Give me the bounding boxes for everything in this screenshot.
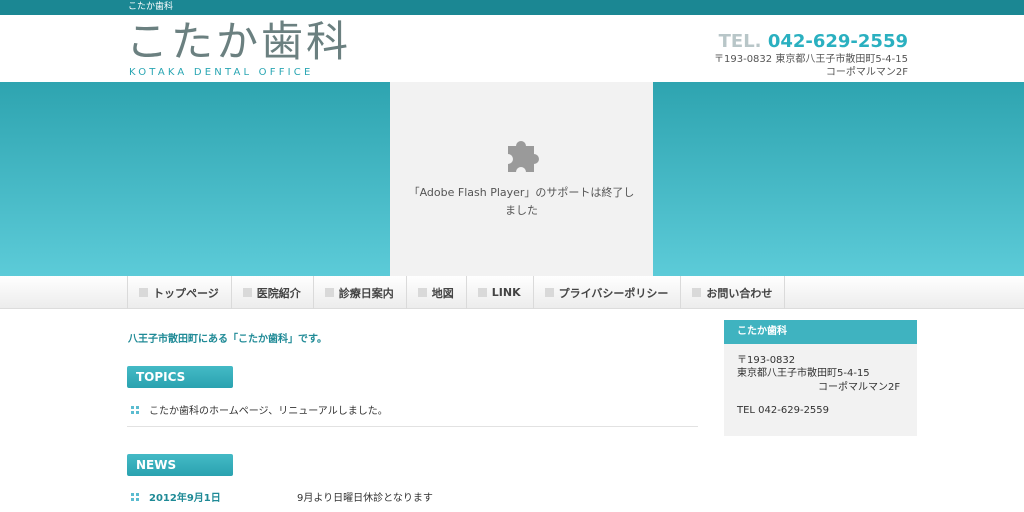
header-address-line1: 〒193-0832 東京都八王子市散田町5-4-15 bbox=[714, 54, 908, 65]
square-bullet-icon bbox=[692, 288, 702, 297]
nav-item-privacy[interactable]: プライバシーポリシー bbox=[534, 276, 682, 309]
news-date: 2012年9月1日 bbox=[149, 493, 221, 504]
nav-item-label: 地図 bbox=[431, 286, 454, 300]
nav-item-label: 医院紹介 bbox=[256, 286, 301, 300]
news-heading: NEWS bbox=[127, 454, 233, 476]
nav-item-top[interactable]: トップページ bbox=[128, 276, 232, 309]
top-bar: こたか歯科 bbox=[0, 0, 1024, 15]
main-nav: トップページ 医院紹介 診療日案内 地図 LINK プライバシーポリシー お問い… bbox=[0, 276, 1024, 309]
list-item: こたか歯科のホームページ、リニューアルしました。 bbox=[131, 403, 388, 417]
sidebar-info: こたか歯科 〒193-0832 東京都八王子市散田町5-4-15 コーポマルマン… bbox=[724, 320, 917, 436]
square-bullet-icon bbox=[139, 288, 148, 297]
intro-text: 八王子市散田町にある「こたか歯科」です。 bbox=[128, 334, 327, 345]
square-bullet-icon bbox=[417, 288, 427, 297]
topics-heading: TOPICS bbox=[127, 366, 233, 388]
nav-item-link[interactable]: LINK bbox=[467, 276, 534, 309]
header-address-line2: コーポマルマン2F bbox=[825, 67, 908, 78]
sidebar-tel: TEL 042-629-2559 bbox=[737, 405, 830, 416]
square-bullet-icon bbox=[477, 288, 487, 297]
header-phone: TEL. 042-629-2559 bbox=[719, 31, 908, 53]
sidebar-address: 東京都八王子市散田町5-4-15 bbox=[737, 368, 870, 379]
news-text: 9月より日曜日休診となります bbox=[297, 493, 433, 504]
nav-item-label: LINK bbox=[491, 286, 521, 299]
square-bullet-icon bbox=[324, 288, 334, 297]
flash-message: 「Adobe Flash Player」のサポートは終了し ました bbox=[390, 184, 653, 220]
sidebar-zip: 〒193-0832 bbox=[737, 355, 796, 366]
grid-bullet-icon bbox=[131, 405, 139, 414]
grid-bullet-icon bbox=[131, 492, 139, 501]
flash-message-line1: 「Adobe Flash Player」のサポートは終了し bbox=[408, 186, 635, 199]
sidebar-title: こたか歯科 bbox=[724, 320, 917, 344]
flash-message-line2: ました bbox=[505, 204, 538, 217]
phone-label: TEL. bbox=[718, 31, 762, 52]
site-header: こたか歯科 KOTAKA DENTAL OFFICE TEL. 042-629-… bbox=[0, 15, 1024, 82]
nav-item-label: 診療日案内 bbox=[338, 286, 394, 300]
topic-text: こたか歯科のホームページ、リニューアルしました。 bbox=[149, 406, 388, 417]
nav-item-contact[interactable]: お問い合わせ bbox=[681, 276, 786, 309]
puzzle-piece-icon bbox=[508, 141, 540, 172]
hero-banner: 「Adobe Flash Player」のサポートは終了し ました bbox=[0, 82, 1024, 276]
flash-placeholder[interactable]: 「Adobe Flash Player」のサポートは終了し ました bbox=[390, 82, 653, 276]
square-bullet-icon bbox=[544, 288, 554, 297]
nav-item-label: プライバシーポリシー bbox=[558, 286, 669, 300]
site-logo-subtitle: KOTAKA DENTAL OFFICE bbox=[129, 67, 314, 78]
phone-number: 042-629-2559 bbox=[767, 31, 908, 52]
nav-item-label: トップページ bbox=[153, 286, 219, 300]
nav-item-map[interactable]: 地図 bbox=[407, 276, 467, 309]
divider bbox=[127, 426, 698, 427]
top-bar-site-name: こたか歯科 bbox=[128, 2, 174, 12]
nav-item-schedule[interactable]: 診療日案内 bbox=[314, 276, 407, 309]
square-bullet-icon bbox=[242, 288, 252, 297]
nav-item-label: お問い合わせ bbox=[706, 286, 773, 300]
list-item: 2012年9月1日 9月より日曜日休診となります bbox=[131, 490, 433, 504]
sidebar-building: コーポマルマン2F bbox=[818, 382, 901, 393]
site-logo[interactable]: こたか歯科 bbox=[126, 18, 351, 66]
nav-item-clinic[interactable]: 医院紹介 bbox=[232, 276, 314, 309]
